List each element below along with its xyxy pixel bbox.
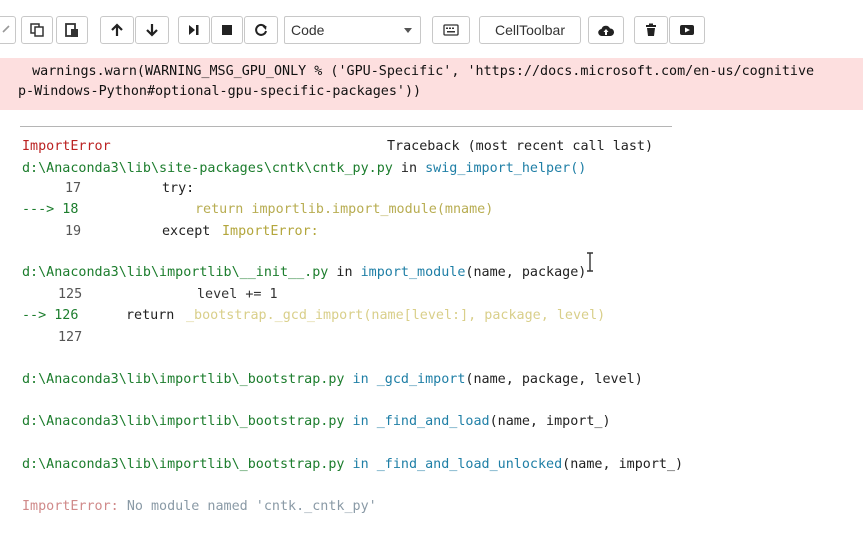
chevron-down-icon [404,28,412,33]
frame-1-func: swig_import_helper() [425,161,587,176]
frame-2-line-127-num: 127 [58,330,83,345]
frame-2-path: d:\Anaconda3\lib\importlib\__init__.py [22,265,329,280]
frame-1-header: d:\Anaconda3\lib\site-packages\cntk\cntk… [22,161,586,176]
frame-2-in: in [336,265,353,280]
run-button[interactable] [178,16,210,44]
move-down-button[interactable] [135,16,169,44]
celltoolbar-button[interactable]: CellToolbar [479,16,581,44]
final-error-name: ImportError: [22,499,119,514]
restart-icon [255,23,267,36]
stderr-line-2: p-Windows-Python#optional-gpu-specific-p… [18,84,422,99]
frame-4-func: _find_and_load [376,414,490,429]
upload-icon [598,25,614,36]
frame-2-line-125-code: level += 1 [197,287,278,302]
frame-1-line-19-exc: ImportError: [222,224,319,239]
frame-1-in: in [400,161,418,176]
stderr-line-1: warnings.warn(WARNING_MSG_GPU_ONLY % ('G… [16,64,815,79]
paste-icon [65,23,78,37]
frame-3-path: d:\Anaconda3\lib\importlib\_bootstrap.py [22,372,345,387]
frame-3-header: d:\Anaconda3\lib\importlib\_bootstrap.py… [22,372,643,387]
arrow-up-icon [111,23,123,36]
frame-2-line-125-num: 125 [58,287,83,302]
run-icon [189,25,199,35]
restart-button[interactable] [244,16,278,44]
frame-2-line-126-arrow: --> 126 [22,308,79,323]
scissors-icon [1,25,10,33]
frame-1-line-18-arrow: ---> 18 [22,202,79,217]
error-name: ImportError [22,139,111,154]
paste-button[interactable] [56,16,88,44]
frame-1-line-19-num: 19 [65,224,82,239]
frame-3-in: in [352,372,369,387]
frame-3-args: (name, package, level) [465,372,643,387]
frame-4-header: d:\Anaconda3\lib\importlib\_bootstrap.py… [22,414,611,429]
stderr-output: warnings.warn(WARNING_MSG_GPU_ONLY % ('G… [0,58,863,110]
frame-2-line-126-kw: return [126,308,175,323]
cell-type-value: Code [291,22,325,38]
upload-button[interactable] [588,16,624,44]
frame-5-in: in [352,457,369,472]
stop-icon [222,25,232,35]
frame-4-args: (name, import_) [489,414,611,429]
traceback-title: Traceback (most recent call last) [387,139,654,154]
copy-button[interactable] [21,16,53,44]
frame-5-func: _find_and_load_unlocked [376,457,563,472]
present-icon [680,25,694,35]
frame-1-path: d:\Anaconda3\lib\site-packages\cntk\cntk… [22,161,393,176]
frame-3-func: _gcd_import [376,372,466,387]
text-cursor-icon [587,252,593,272]
trash-icon [646,23,656,36]
copy-icon [30,23,44,37]
frame-1-line-17-num: 17 [65,181,82,196]
frame-1-line-19-kw: except [162,224,211,239]
interrupt-button[interactable] [211,16,243,44]
frame-4-in: in [352,414,369,429]
frame-4-path: d:\Anaconda3\lib\importlib\_bootstrap.py [22,414,345,429]
traceback-divider [20,126,672,127]
celltoolbar-label: CellToolbar [494,22,566,38]
traceback-header: ImportError Traceback (most recent call l… [22,139,653,154]
frame-5-header: d:\Anaconda3\lib\importlib\_bootstrap.py… [22,457,683,472]
frame-5-args: (name, import_) [562,457,684,472]
cut-button[interactable] [0,16,16,44]
final-error: ImportError: No module named 'cntk._cntk… [22,499,377,514]
arrow-down-icon [146,24,158,37]
move-up-button[interactable] [100,16,134,44]
frame-5-path: d:\Anaconda3\lib\importlib\_bootstrap.py [22,457,345,472]
frame-2-line-126-code: _bootstrap._gcd_import(name[level:], pac… [186,308,606,323]
delete-button[interactable] [634,16,668,44]
frame-2-func: import_module [360,265,466,280]
present-button[interactable] [669,16,705,44]
notebook-toolbar: Code CellToolbar [0,0,863,59]
cell-type-select[interactable]: Code [284,16,421,44]
final-error-message: No module named 'cntk._cntk_py' [126,499,377,514]
command-palette-button[interactable] [432,16,470,44]
frame-2-args: (name, package) [465,265,587,280]
frame-1-line-18-code: return importlib.import_module(mname) [195,202,494,217]
frame-1-line-17-code: try: [162,181,195,196]
frame-2-header: d:\Anaconda3\lib\importlib\__init__.py i… [22,265,586,280]
keyboard-icon [443,24,459,36]
